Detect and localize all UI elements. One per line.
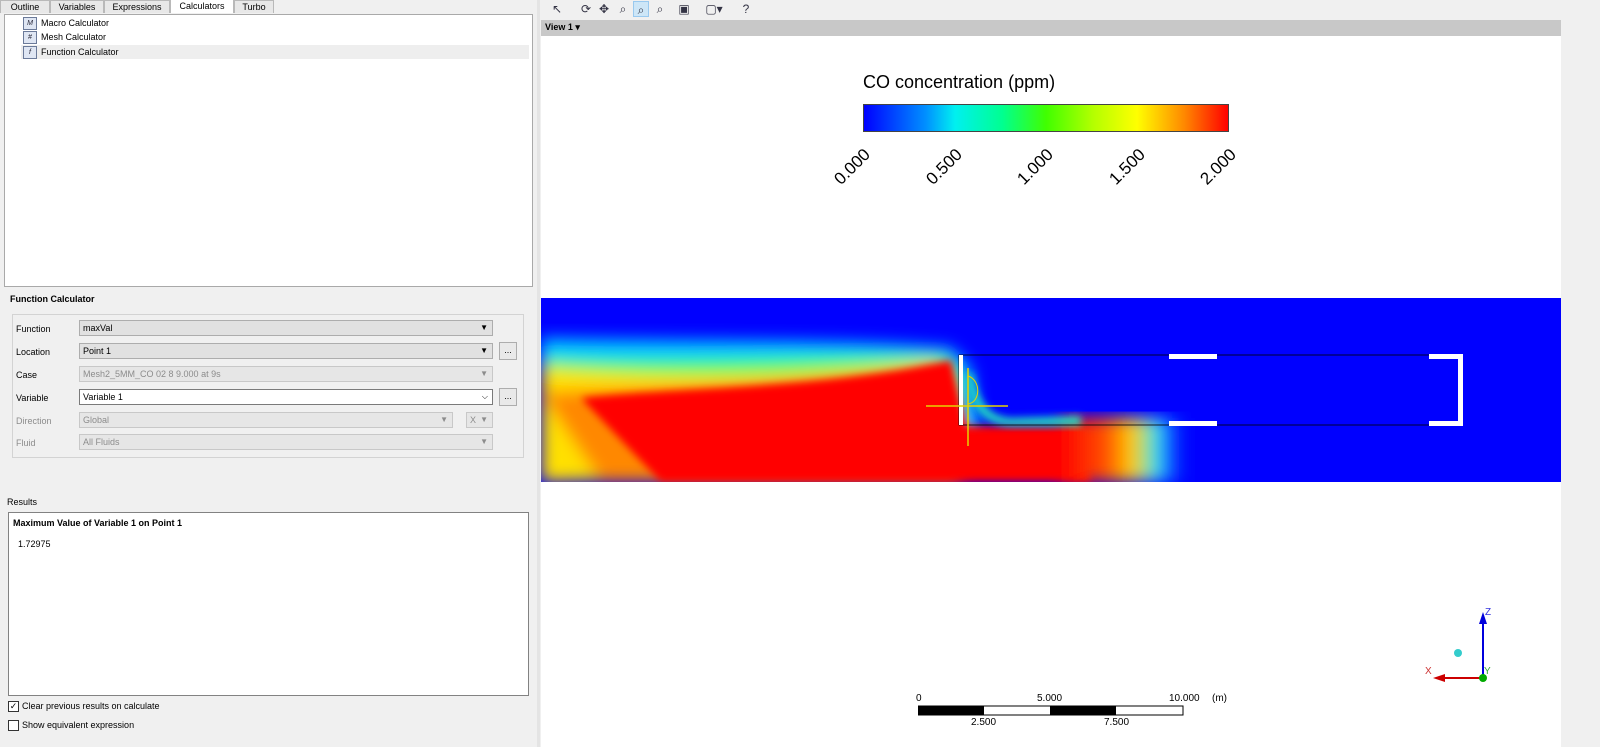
fluid-select: All Fluids ▼	[79, 434, 493, 450]
help-icon[interactable]: ?	[738, 1, 754, 17]
dropdown-arrow-icon: ▼	[480, 415, 488, 424]
tab-outline[interactable]: Outline	[0, 0, 50, 13]
scale-label: 10.000	[1169, 693, 1200, 704]
results-value: 1.72975	[18, 539, 51, 549]
tree-item-label: Mesh Calculator	[41, 32, 107, 42]
scale-label: 2.500	[971, 717, 997, 728]
results-panel[interactable]: Maximum Value of Variable 1 on Point 1 1…	[8, 512, 529, 696]
tree-item-label: Macro Calculator	[41, 18, 110, 28]
view-selector[interactable]: View 1 ▾	[545, 22, 580, 33]
show-equivalent-checkbox[interactable]	[8, 720, 19, 731]
show-equivalent-label: Show equivalent expression	[22, 720, 135, 730]
zoom-box-icon[interactable]: ⌕	[633, 1, 649, 17]
case-value: Mesh2_5MM_CO 02 8 9.000 at 9s	[83, 369, 221, 379]
zoom-icon[interactable]: ⌕	[615, 1, 631, 17]
panel-tab-bar: Outline Variables Expressions Calculator…	[0, 0, 540, 13]
mesh-calculator-icon: #	[23, 31, 37, 44]
case-select: Mesh2_5MM_CO 02 8 9.000 at 9s ▼	[79, 366, 493, 382]
function-calculator-icon: f	[23, 46, 37, 59]
location-value: Point 1	[83, 346, 112, 356]
tab-turbo[interactable]: Turbo	[234, 0, 274, 13]
legend-colorbar	[863, 104, 1229, 132]
tab-label: Outline	[10, 2, 40, 12]
legend-tick-label: 0.500	[922, 144, 967, 189]
direction-axis-value: X	[470, 415, 477, 425]
view-layout-dropdown-icon[interactable]: ▢▾	[702, 1, 726, 17]
variable-value: Variable 1	[83, 392, 123, 402]
tab-label: Expressions	[112, 2, 162, 12]
function-label: Function	[16, 324, 51, 334]
chevron-down-icon: ▾	[575, 22, 580, 32]
location-label: Location	[16, 347, 51, 357]
fluid-label: Fluid	[16, 438, 36, 448]
chevron-down-icon: ⌵	[481, 392, 488, 401]
direction-select: Global ▼	[79, 412, 453, 428]
tab-calculators[interactable]: Calculators	[170, 0, 234, 13]
legend-tick-label: 1.000	[1013, 144, 1058, 189]
fluid-value: All Fluids	[83, 437, 120, 447]
x-axis-label: X	[1425, 666, 1432, 677]
legend-tick-label: 2.000	[1196, 144, 1241, 189]
calculator-tree: M Macro Calculator # Mesh Calculator f F…	[4, 14, 533, 287]
variable-label: Variable	[16, 393, 49, 403]
tab-variables[interactable]: Variables	[50, 0, 104, 13]
tab-label: Variables	[58, 2, 96, 12]
legend-tick-label: 0.000	[830, 144, 875, 189]
z-axis-label: Z	[1485, 607, 1492, 618]
variable-browse-button[interactable]: ...	[499, 388, 517, 406]
dropdown-arrow-icon: ▼	[480, 369, 488, 378]
clear-previous-label: Clear previous results on calculate	[22, 701, 160, 711]
dropdown-arrow-icon: ▼	[480, 346, 488, 355]
scale-label: 5.000	[1037, 693, 1063, 704]
legend-title: CO concentration (ppm)	[863, 72, 1056, 92]
function-calculator-title: Function Calculator	[10, 294, 95, 304]
dropdown-arrow-icon: ▼	[480, 437, 488, 446]
rotate-icon[interactable]: ⟳	[578, 1, 594, 17]
macro-calculator-icon: M	[23, 17, 37, 30]
y-axis-label: Y	[1484, 666, 1491, 677]
zoom-fit-icon[interactable]: ⌕	[652, 1, 668, 17]
tree-item-macro-calculator[interactable]: M Macro Calculator	[21, 16, 529, 30]
direction-value: Global	[83, 415, 110, 425]
scale-label: 7.500	[1104, 717, 1130, 728]
function-value: maxVal	[83, 323, 113, 333]
scale-unit: (m)	[1212, 693, 1227, 704]
dropdown-arrow-icon: ▼	[480, 323, 488, 332]
tab-label: Turbo	[242, 2, 266, 12]
tree-item-label: Function Calculator	[41, 47, 119, 57]
select-cursor-icon[interactable]: ↖	[549, 1, 565, 17]
scale-label: 0	[916, 693, 922, 704]
scale-bar	[918, 705, 1184, 716]
tab-label: Calculators	[179, 1, 225, 11]
location-select[interactable]: Point 1 ▼	[79, 343, 493, 359]
case-label: Case	[16, 370, 38, 380]
tree-item-function-calculator[interactable]: f Function Calculator	[21, 45, 529, 59]
viewer-toolbar: ↖ ⟳ ✥ ⌕ ⌕ ⌕ ▣ ▢▾ ?	[541, 0, 1600, 19]
tree-item-mesh-calculator[interactable]: # Mesh Calculator	[21, 30, 529, 44]
results-label: Results	[7, 497, 38, 507]
fit-view-icon[interactable]: ▣	[676, 1, 692, 17]
legend-tick-label: 1.500	[1105, 144, 1150, 189]
dropdown-arrow-icon: ▼	[440, 415, 448, 424]
tab-expressions[interactable]: Expressions	[104, 0, 170, 13]
clear-previous-checkbox[interactable]: ✓	[8, 701, 19, 712]
co-concentration-contour	[541, 298, 1561, 482]
view-title: View 1	[545, 22, 573, 32]
panel-splitter[interactable]	[537, 0, 540, 747]
pan-icon[interactable]: ✥	[596, 1, 612, 17]
3d-viewport[interactable]: CO concentration (ppm) 0.000 0.500 1.000…	[541, 36, 1561, 747]
results-heading: Maximum Value of Variable 1 on Point 1	[13, 518, 183, 528]
variable-select[interactable]: Variable 1 ⌵	[79, 389, 493, 405]
location-browse-button[interactable]: ...	[499, 342, 517, 360]
direction-label: Direction	[16, 416, 52, 426]
function-select[interactable]: maxVal ▼	[79, 320, 493, 336]
direction-axis-select: X ▼	[466, 412, 493, 428]
view-header: View 1 ▾	[541, 20, 1561, 36]
